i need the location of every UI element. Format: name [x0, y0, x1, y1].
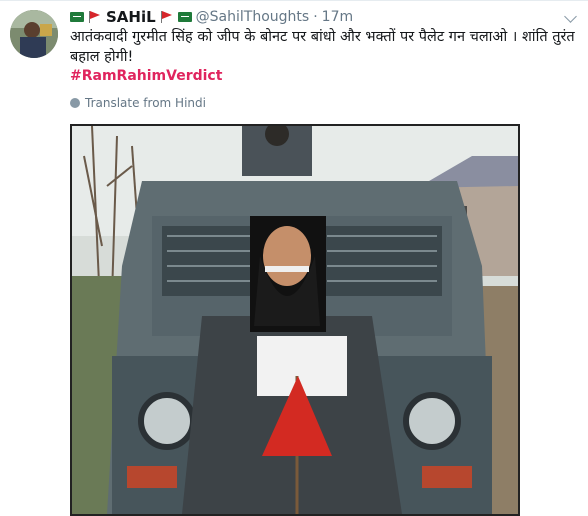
- tweet-text: आतंकवादी गुरमीत सिंह को जीप के बोनट पर ब…: [70, 29, 575, 65]
- red-flag-icon: [88, 11, 102, 23]
- translate-label: Translate from Hindi: [85, 96, 206, 110]
- tweet-header: SAHiL @SahilThoughts · 17m: [70, 6, 353, 28]
- user-handle[interactable]: @SahilThoughts: [196, 9, 310, 25]
- chevron-down-icon[interactable]: [564, 10, 577, 23]
- hashtag-link[interactable]: #RamRahimVerdict: [70, 68, 222, 84]
- timestamp[interactable]: 17m: [322, 9, 353, 25]
- top-divider: [0, 0, 588, 1]
- translate-link[interactable]: Translate from Hindi: [70, 96, 206, 110]
- avatar[interactable]: [10, 10, 58, 58]
- saudi-flag-icon: [177, 12, 192, 22]
- tweet-image[interactable]: [70, 124, 520, 516]
- saudi-flag-icon: [70, 12, 84, 22]
- display-name[interactable]: SAHiL: [106, 8, 156, 26]
- globe-icon: [70, 98, 80, 108]
- separator: ·: [313, 9, 318, 25]
- red-flag-icon: [160, 11, 174, 23]
- photo: [72, 126, 518, 514]
